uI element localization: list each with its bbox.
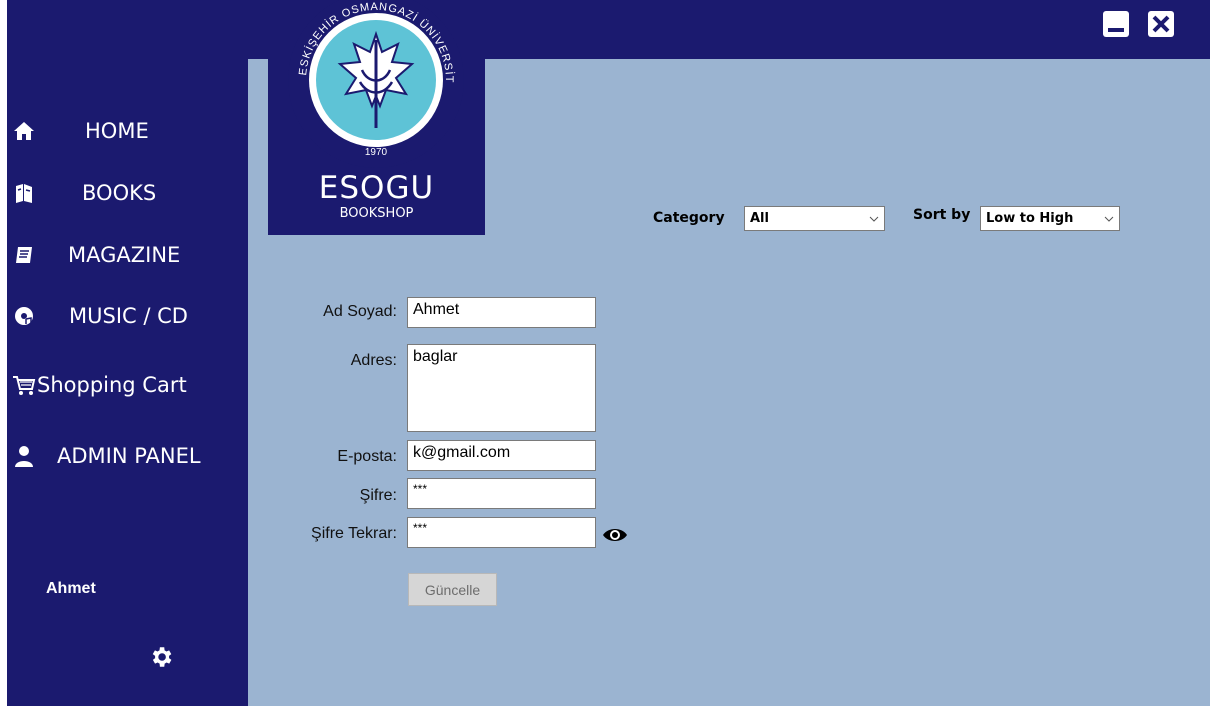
sort-select[interactable]: Low to High bbox=[980, 206, 1120, 231]
brand-subtitle: BOOKSHOP bbox=[339, 206, 414, 221]
chevron-down-icon bbox=[864, 207, 884, 230]
chevron-down-icon bbox=[1099, 207, 1119, 230]
music-cd-icon bbox=[11, 303, 37, 329]
user-icon bbox=[11, 443, 37, 469]
gear-icon bbox=[152, 647, 172, 667]
address-label: Adres: bbox=[350, 352, 397, 369]
sidebar-item-books[interactable]: BOOKS bbox=[11, 179, 241, 207]
update-button[interactable]: Güncelle bbox=[408, 573, 497, 606]
name-field[interactable]: Ahmet bbox=[407, 297, 596, 328]
minimize-icon bbox=[1108, 28, 1124, 32]
close-icon bbox=[1152, 15, 1170, 33]
address-field[interactable]: baglar bbox=[407, 344, 596, 432]
password-field[interactable]: *** bbox=[407, 478, 596, 509]
shopping-cart-icon bbox=[11, 372, 37, 398]
magazine-icon bbox=[11, 242, 37, 268]
brand-logo: ESKİŞEHİR OSMANGAZİ ÜNİVERSİTESİ 1970 ES… bbox=[268, 0, 485, 235]
password-repeat-label: Şifre Tekrar: bbox=[311, 525, 397, 542]
close-button[interactable] bbox=[1148, 11, 1174, 37]
password-label: Şifre: bbox=[359, 487, 397, 504]
eye-icon bbox=[603, 529, 627, 541]
books-icon bbox=[11, 180, 37, 206]
sort-label: Sort by bbox=[913, 207, 971, 223]
show-password-button[interactable] bbox=[602, 526, 628, 544]
sidebar-item-home[interactable]: HOME bbox=[11, 117, 241, 145]
name-label: Ad Soyad: bbox=[323, 303, 397, 320]
category-select[interactable]: All bbox=[744, 206, 885, 231]
email-label: E-posta: bbox=[337, 448, 397, 465]
university-seal: ESKİŞEHİR OSMANGAZİ ÜNİVERSİTESİ 1970 bbox=[268, 0, 464, 168]
password-repeat-field[interactable]: *** bbox=[407, 517, 596, 548]
category-label: Category bbox=[653, 210, 725, 226]
sidebar-item-magazine[interactable]: MAGAZINE bbox=[11, 241, 241, 269]
brand-name: ESOGU bbox=[318, 170, 435, 206]
settings-button[interactable] bbox=[148, 644, 174, 670]
email-field[interactable]: k@gmail.com bbox=[407, 440, 596, 471]
current-username: Ahmet bbox=[46, 580, 96, 597]
svg-text:1970: 1970 bbox=[365, 147, 388, 158]
minimize-button[interactable] bbox=[1103, 11, 1129, 37]
sidebar-item-shopping-cart[interactable]: Shopping Cart bbox=[11, 371, 241, 399]
home-icon bbox=[11, 118, 37, 144]
